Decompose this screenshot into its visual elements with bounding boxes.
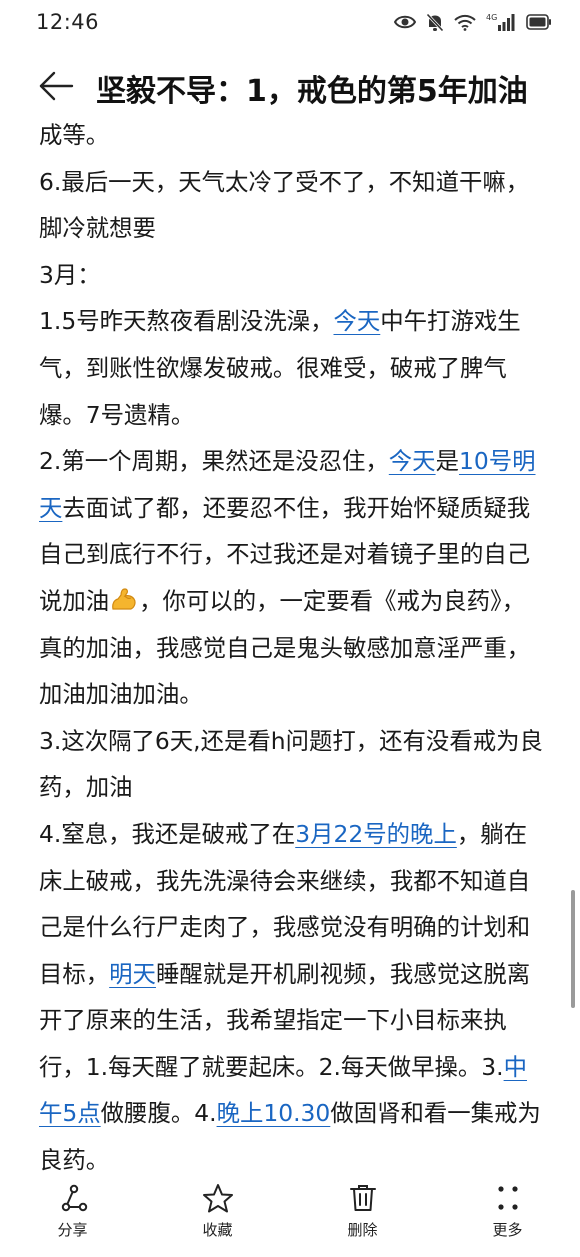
date-link[interactable]: 今天 <box>334 307 381 335</box>
text-run: 1.5号昨天熬夜看剧没洗澡， <box>39 307 334 336</box>
article-paragraph: 3.这次隔了6天,还是看h问题打，还有没看戒为良药，加油 <box>39 726 543 802</box>
date-link[interactable]: 晚上10.30 <box>217 1099 331 1127</box>
eye-icon <box>394 14 416 30</box>
status-icons: 4G <box>394 12 552 32</box>
status-time: 12:46 <box>36 10 100 34</box>
scrollbar[interactable] <box>571 890 575 1008</box>
delete-button[interactable]: 删除 <box>290 1176 435 1257</box>
article-paragraph: 3月： <box>39 260 101 289</box>
battery-icon <box>526 14 552 30</box>
article-cut-line: 成等。 <box>39 121 110 149</box>
page-title: 坚毅不导：1，戒色的第5年加油 <box>96 74 528 109</box>
article-paragraph: 1.5号昨天熬夜看剧没洗澡，今天中午打游戏生气，到账性欲爆发破戒。很难受，破戒了… <box>39 298 545 438</box>
date-link[interactable]: 明天 <box>109 960 156 988</box>
back-button[interactable] <box>38 68 78 108</box>
text-run: 2.第一个周期，果然还是没忍住， <box>39 447 389 476</box>
status-bar: 12:46 4G <box>0 0 580 44</box>
back-arrow-icon <box>38 71 74 105</box>
date-link[interactable]: 今天 <box>389 447 436 475</box>
text-run: 做腰腹。4. <box>100 1099 217 1128</box>
mute-bell-icon <box>426 12 444 32</box>
network-type-label: 4G <box>486 13 497 22</box>
more-button[interactable]: 更多 <box>435 1176 580 1257</box>
text-run: 4.窒息，我还是破戒了在 <box>39 819 296 848</box>
article-paragraph: 4.窒息，我还是破戒了在3月22号的晚上，躺在床上破戒，我先洗澡待会来继续，我都… <box>39 811 545 1176</box>
more-icon <box>493 1183 523 1213</box>
date-link[interactable]: 3月22号的晚上 <box>295 820 457 848</box>
article-paragraph: 2.第一个周期，果然还是没忍住，今天是10号明天去面试了都，还要忍不住，我开始怀… <box>39 438 545 718</box>
delete-label: 删除 <box>347 1221 378 1239</box>
article-viewport[interactable]: 成等。 6.最后一天，天气太冷了受不了，不知道干嘛，脚冷就想要 3月： 1.5号… <box>0 118 580 1176</box>
trash-icon <box>348 1183 378 1213</box>
more-label: 更多 <box>492 1221 523 1239</box>
text-run: 是 <box>435 447 459 476</box>
wifi-icon <box>454 14 476 31</box>
app-bar: 坚毅不导：1，戒色的第5年加油 <box>0 52 580 124</box>
flexed-biceps-icon <box>110 582 138 610</box>
cellular-signal-icon: 4G <box>486 12 516 32</box>
share-button[interactable]: 分享 <box>0 1176 145 1257</box>
favorite-button[interactable]: 收藏 <box>145 1176 290 1257</box>
share-icon <box>58 1183 88 1213</box>
article-body: 成等。 6.最后一天，天气太冷了受不了，不知道干嘛，脚冷就想要 3月： 1.5号… <box>39 118 545 1176</box>
article-paragraph: 6.最后一天，天气太冷了受不了，不知道干嘛，脚冷就想要 <box>39 167 530 243</box>
bottom-action-bar: 分享 收藏 删除 更多 <box>0 1176 580 1257</box>
favorite-label: 收藏 <box>202 1221 233 1239</box>
share-label: 分享 <box>57 1221 88 1239</box>
star-icon <box>202 1183 234 1213</box>
